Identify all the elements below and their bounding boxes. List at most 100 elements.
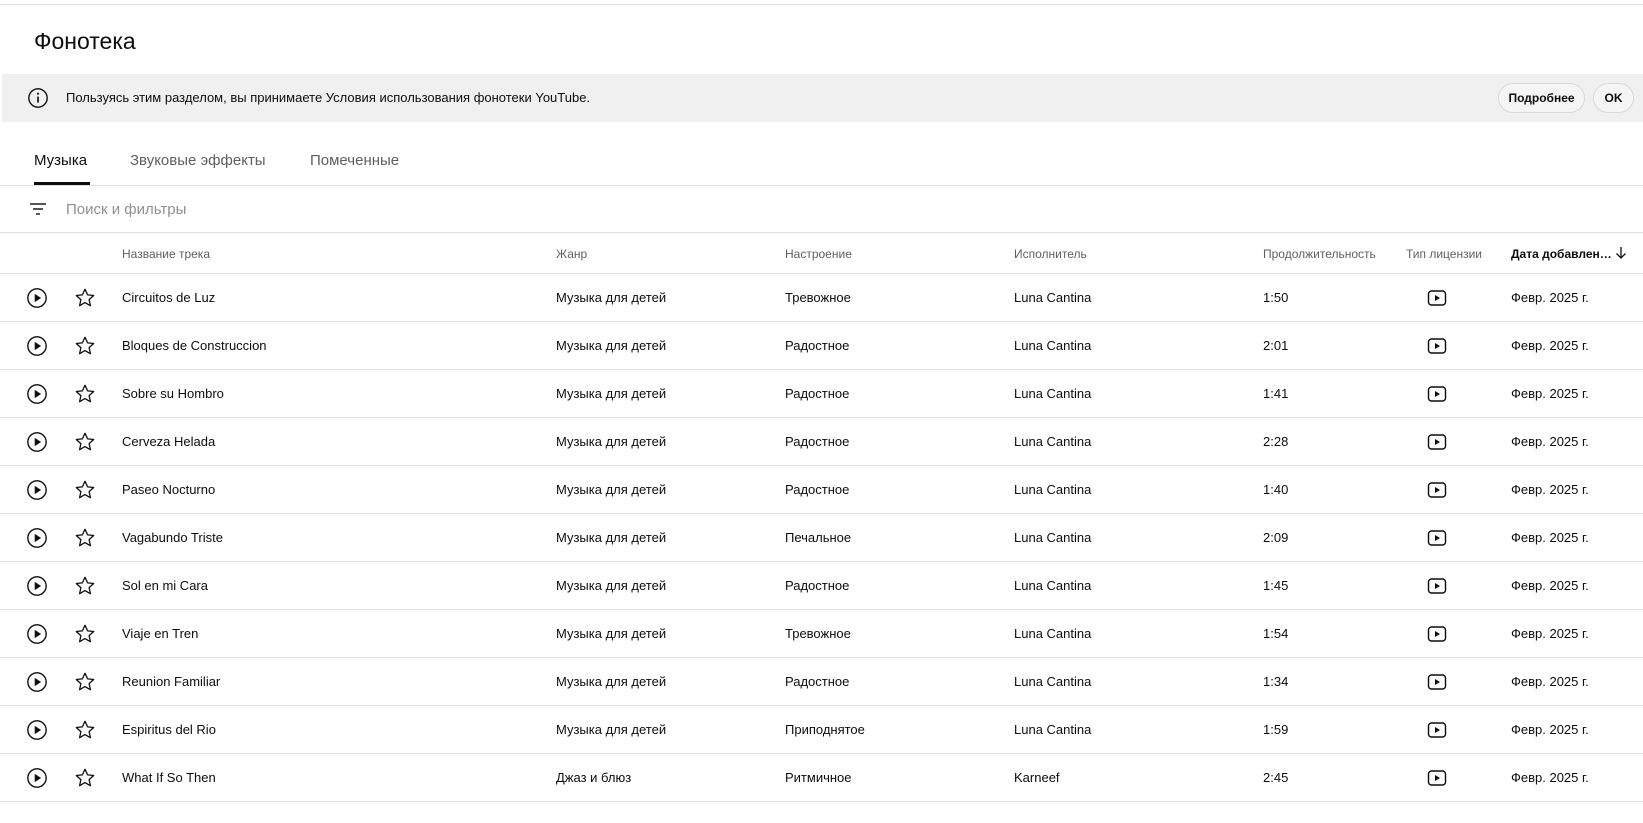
track-genre: Музыка для детей	[556, 386, 667, 401]
youtube-license-icon	[1427, 722, 1447, 738]
table-row[interactable]: Cerveza Helada Музыка для детей Радостно…	[0, 418, 1643, 466]
table-row[interactable]: Paseo Nocturno Музыка для детей Радостно…	[0, 466, 1643, 514]
track-title: Cerveza Helada	[122, 434, 216, 449]
track-genre: Музыка для детей	[556, 626, 667, 641]
play-icon[interactable]	[26, 431, 48, 453]
tab-starred[interactable]: Помеченные	[310, 152, 399, 169]
play-icon[interactable]	[26, 671, 48, 693]
star-icon[interactable]	[74, 719, 96, 741]
track-artist: Luna Cantina	[1014, 290, 1092, 305]
header-mood[interactable]: Настроение	[785, 247, 852, 261]
star-icon[interactable]	[74, 575, 96, 597]
page-title: Фонотека	[34, 28, 136, 54]
youtube-license-icon	[1427, 386, 1447, 402]
track-title: Vagabundo Triste	[122, 530, 223, 545]
track-genre: Музыка для детей	[556, 338, 667, 353]
track-duration: 2:09	[1263, 530, 1289, 545]
track-title: Viaje en Tren	[122, 626, 199, 641]
track-title: Sol en mi Cara	[122, 578, 208, 593]
star-icon[interactable]	[74, 767, 96, 789]
play-icon[interactable]	[26, 335, 48, 357]
track-artist: Luna Cantina	[1014, 386, 1092, 401]
star-icon[interactable]	[74, 335, 96, 357]
track-title: What If So Then	[122, 770, 216, 785]
star-icon[interactable]	[74, 671, 96, 693]
table-row[interactable]: Sol en mi Cara Музыка для детей Радостно…	[0, 562, 1643, 610]
header-genre[interactable]: Жанр	[556, 247, 587, 261]
track-mood: Радостное	[785, 482, 850, 497]
star-icon[interactable]	[74, 623, 96, 645]
star-icon[interactable]	[74, 287, 96, 309]
star-icon[interactable]	[74, 431, 96, 453]
top-divider	[0, 0, 1643, 5]
star-icon[interactable]	[74, 527, 96, 549]
track-date-added: Февр. 2025 г.	[1511, 386, 1589, 401]
track-duration: 1:40	[1263, 482, 1289, 497]
track-duration: 1:59	[1263, 722, 1289, 737]
info-icon	[28, 88, 48, 108]
track-genre: Музыка для детей	[556, 722, 667, 737]
track-duration: 1:45	[1263, 578, 1289, 593]
ok-button[interactable]: OK	[1593, 83, 1634, 113]
track-artist: Luna Cantina	[1014, 434, 1092, 449]
tab-sound-effects[interactable]: Звуковые эффекты	[130, 152, 266, 169]
search-filter-input[interactable]	[66, 196, 666, 222]
tab-music[interactable]: Музыка	[34, 152, 87, 169]
play-icon[interactable]	[26, 575, 48, 597]
tab-bar: Музыка Звуковые эффекты Помеченные	[0, 122, 1643, 186]
play-icon[interactable]	[26, 719, 48, 741]
track-title: Reunion Familiar	[122, 674, 221, 689]
play-icon[interactable]	[26, 623, 48, 645]
track-mood: Ритмичное	[785, 770, 852, 785]
track-artist: Luna Cantina	[1014, 578, 1092, 593]
play-icon[interactable]	[26, 383, 48, 405]
play-icon[interactable]	[26, 287, 48, 309]
star-icon[interactable]	[74, 383, 96, 405]
active-tab-indicator	[34, 182, 90, 185]
youtube-license-icon	[1427, 434, 1447, 450]
header-artist[interactable]: Исполнитель	[1014, 247, 1087, 261]
track-artist: Karneef	[1014, 770, 1060, 785]
table-row[interactable]: Bloques de Construccion Музыка для детей…	[0, 322, 1643, 370]
track-duration: 2:01	[1263, 338, 1289, 353]
track-mood: Радостное	[785, 674, 850, 689]
header-duration[interactable]: Продолжительность	[1263, 247, 1376, 261]
track-title: Paseo Nocturno	[122, 482, 216, 497]
header-title[interactable]: Название трека	[122, 247, 210, 261]
track-genre: Музыка для детей	[556, 530, 667, 545]
track-mood: Приподнятое	[785, 722, 865, 737]
terms-banner: Пользуясь этим разделом, вы принимаете У…	[2, 74, 1643, 122]
track-duration: 1:54	[1263, 626, 1289, 641]
table-row[interactable]: Espiritus del Rio Музыка для детей Припо…	[0, 706, 1643, 754]
track-date-added: Февр. 2025 г.	[1511, 722, 1589, 737]
track-date-added: Февр. 2025 г.	[1511, 530, 1589, 545]
track-title: Circuitos de Luz	[122, 290, 216, 305]
track-mood: Тревожное	[785, 290, 851, 305]
table-row[interactable]: What If So Then Джаз и блюз Ритмичное Ka…	[0, 754, 1643, 802]
youtube-license-icon	[1427, 578, 1447, 594]
header-license[interactable]: Тип лицензии	[1406, 247, 1482, 261]
track-duration: 1:50	[1263, 290, 1289, 305]
track-genre: Музыка для детей	[556, 578, 667, 593]
play-icon[interactable]	[26, 527, 48, 549]
play-icon[interactable]	[26, 479, 48, 501]
track-date-added: Февр. 2025 г.	[1511, 338, 1589, 353]
star-icon[interactable]	[74, 479, 96, 501]
track-genre: Музыка для детей	[556, 434, 667, 449]
track-date-added: Февр. 2025 г.	[1511, 578, 1589, 593]
table-row[interactable]: Circuitos de Luz Музыка для детей Тревож…	[0, 274, 1643, 322]
filter-icon[interactable]	[28, 199, 48, 219]
table-row[interactable]: Sobre su Hombro Музыка для детей Радостн…	[0, 370, 1643, 418]
table-row[interactable]: Viaje en Tren Музыка для детей Тревожное…	[0, 610, 1643, 658]
play-icon[interactable]	[26, 767, 48, 789]
track-duration: 1:41	[1263, 386, 1289, 401]
table-row[interactable]: Reunion Familiar Музыка для детей Радост…	[0, 658, 1643, 706]
track-genre: Джаз и блюз	[556, 770, 632, 785]
header-date-added[interactable]: Дата добавлен…	[1511, 247, 1612, 261]
terms-message: Пользуясь этим разделом, вы принимаете У…	[66, 90, 591, 105]
track-date-added: Февр. 2025 г.	[1511, 434, 1589, 449]
learn-more-button[interactable]: Подробнее	[1498, 83, 1585, 113]
table-row[interactable]: Vagabundo Triste Музыка для детей Печаль…	[0, 514, 1643, 562]
table-header: Название трека Жанр Настроение Исполните…	[0, 233, 1643, 274]
sort-down-arrow-icon[interactable]	[1614, 246, 1628, 260]
